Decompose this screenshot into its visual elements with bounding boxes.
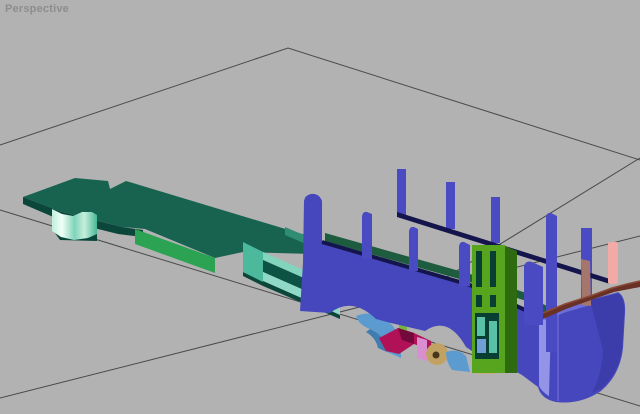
frame-side-face xyxy=(505,246,517,373)
grid-line xyxy=(0,48,640,160)
far-post xyxy=(397,169,406,216)
frame-slot xyxy=(490,251,496,287)
headboard-frame xyxy=(472,245,517,373)
model-canvas[interactable] xyxy=(0,0,640,414)
far-post xyxy=(491,197,500,243)
stake-tall xyxy=(546,213,557,352)
3d-viewport[interactable]: Perspective xyxy=(0,0,640,414)
side-wall-and-bumper xyxy=(300,194,625,403)
frame-teal-insert xyxy=(477,317,485,336)
frame-slot xyxy=(490,295,496,307)
trailer-deck xyxy=(23,178,340,319)
wheel-liner-rear xyxy=(446,351,470,372)
frame-slot xyxy=(476,251,482,287)
truck-body xyxy=(300,194,625,403)
far-post xyxy=(446,182,455,229)
viewport-name-label: Perspective xyxy=(5,3,69,15)
stake-post xyxy=(409,227,418,271)
frame-blue-insert xyxy=(477,339,486,353)
frame-teal-insert xyxy=(489,321,497,353)
frame-slot xyxy=(476,295,482,307)
stake-post xyxy=(362,212,372,259)
stake-post xyxy=(459,242,470,286)
stake-panel xyxy=(524,262,543,326)
axle-hub-center xyxy=(433,352,440,359)
salmon-post xyxy=(608,242,618,284)
pink-link xyxy=(417,337,427,361)
